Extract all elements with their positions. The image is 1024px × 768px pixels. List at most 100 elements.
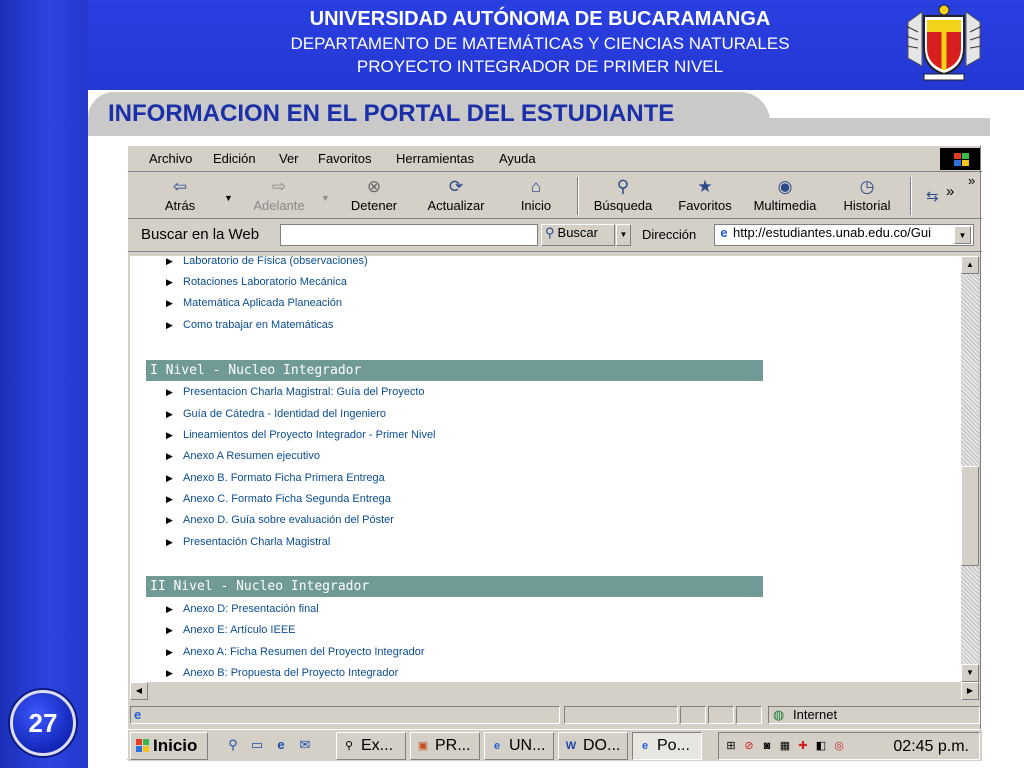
section-heading-nivel-1: I Nivel - Nucleo Integrador — [146, 360, 763, 381]
link-text[interactable]: Presentación Charla Magistral — [183, 536, 330, 548]
toolbar-separator — [910, 177, 912, 215]
standard-toolbar: ⇦ Atrás ▼ ⇨ Adelante ▼ ⊗ Detener ⟳ Actua… — [128, 173, 982, 219]
list-item[interactable]: ▶ Anexo B. Formato Ficha Primera Entrega — [166, 472, 385, 484]
tray-lifebuoy-icon[interactable]: ◎ — [831, 738, 847, 754]
section-heading-nivel-2: II Nivel - Nucleo Integrador — [146, 576, 763, 597]
quicklaunch-search-icon[interactable]: ⚲ — [224, 736, 242, 754]
link-text[interactable]: Anexo B. Formato Ficha Primera Entrega — [183, 472, 385, 484]
list-item[interactable]: ▶ Anexo A Resumen ejecutivo — [166, 450, 320, 462]
link-text[interactable]: Como trabajar en Matemáticas — [183, 319, 333, 331]
menu-archivo[interactable]: Archivo — [149, 151, 192, 166]
media-icon: ◉ — [777, 177, 793, 196]
stop-button[interactable]: ⊗ Detener — [343, 176, 405, 218]
list-item[interactable]: ▶ Anexo C. Formato Ficha Segunda Entrega — [166, 493, 391, 505]
list-item[interactable]: ▶ Presentacion Charla Magistral: Guía del… — [166, 386, 425, 398]
link-text[interactable]: Lineamientos del Proyecto Integrador - P… — [183, 429, 436, 441]
taskbar-button-browser[interactable]: e UN... — [484, 732, 554, 760]
status-page-icon: e — [134, 707, 142, 722]
tray-antivirus-icon[interactable]: ✚ — [795, 738, 811, 754]
taskbar-button-portal[interactable]: e Po... — [632, 732, 702, 760]
address-input[interactable]: e http://estudiantes.unab.edu.co/Gui ▼ — [714, 224, 974, 246]
link-text[interactable]: Anexo D: Presentación final — [183, 603, 319, 615]
list-item[interactable]: ▶ Presentación Charla Magistral — [166, 536, 330, 548]
tray-monitor-icon[interactable]: ◧ — [813, 738, 829, 754]
refresh-button[interactable]: ⟳ Actualizar — [421, 176, 491, 218]
history-button[interactable]: ◷ Historial — [838, 176, 896, 218]
quicklaunch-ie-icon[interactable]: e — [272, 736, 290, 754]
bullet-arrow-icon: ▶ — [166, 277, 173, 287]
taskbar-clock[interactable]: 02:45 p.m. — [893, 738, 969, 756]
tray-camera-icon[interactable]: ◙ — [759, 738, 775, 754]
link-text[interactable]: Anexo B: Propuesta del Proyecto Integrad… — [183, 667, 398, 679]
search-web-button[interactable]: ⚲ Buscar — [541, 224, 615, 246]
scroll-down-icon[interactable]: ▼ — [961, 664, 979, 682]
list-item[interactable]: ▶ Laboratorio de Física (observaciones) — [166, 256, 368, 267]
list-item[interactable]: ▶ Anexo B: Propuesta del Proyecto Integra… — [166, 667, 398, 679]
link-text[interactable]: Anexo D. Guía sobre evaluación del Póste… — [183, 514, 394, 526]
address-dropdown-arrow-icon[interactable]: ▼ — [954, 226, 971, 244]
windows-logo-icon — [940, 148, 980, 170]
link-text[interactable]: Matemática Aplicada Planeación — [183, 297, 342, 309]
stop-icon: ⊗ — [366, 177, 382, 196]
list-item[interactable]: ▶ Rotaciones Laboratorio Mecánica — [166, 276, 347, 288]
menu-herramientas[interactable]: Herramientas — [396, 151, 474, 166]
scroll-right-icon[interactable]: ▶ — [961, 682, 979, 700]
toolbar-chevron[interactable]: » — [946, 183, 954, 200]
link-text[interactable]: Presentacion Charla Magistral: Guía del … — [183, 386, 425, 398]
start-button[interactable]: Inicio — [130, 732, 208, 760]
list-item[interactable]: ▶ Como trabajar en Matemáticas — [166, 319, 333, 331]
list-item[interactable]: ▶ Guía de Cátedra - Identidad del Ingenie… — [166, 408, 386, 420]
link-text[interactable]: Laboratorio de Física (observaciones) — [183, 256, 368, 267]
scroll-up-icon[interactable]: ▲ — [961, 256, 979, 274]
address-label: Dirección — [642, 227, 697, 242]
tray-calendar-icon[interactable]: ▦ — [777, 738, 793, 754]
taskbar-button-powerpoint[interactable]: ▣ PR... — [410, 732, 480, 760]
slide-left-band — [0, 0, 88, 768]
menu-favoritos[interactable]: Favoritos — [318, 151, 371, 166]
toolbar-overflow-chevron[interactable]: » — [968, 173, 975, 188]
scrollbar-thumb[interactable] — [961, 466, 979, 566]
taskbar-button-word[interactable]: W DO... — [558, 732, 628, 760]
link-text[interactable]: Anexo A: Ficha Resumen del Proyecto Inte… — [183, 646, 425, 658]
search-web-input[interactable] — [280, 224, 538, 246]
horizontal-scrollbar[interactable]: ◀ ▶ — [130, 682, 979, 700]
link-text[interactable]: Anexo E: Artículo IEEE — [183, 624, 296, 636]
taskbar-button-explorer[interactable]: ⚲ Ex... — [336, 732, 406, 760]
menu-edicion[interactable]: Edición — [213, 151, 256, 166]
tray-block-icon[interactable]: ⊘ — [741, 738, 757, 754]
search-button-label: Buscar — [557, 225, 598, 240]
security-zone-cell: ◍ Internet — [768, 706, 980, 724]
link-text[interactable]: Anexo A Resumen ejecutivo — [183, 450, 320, 462]
quicklaunch-outlook-icon[interactable]: ✉ — [296, 736, 314, 754]
menu-ver[interactable]: Ver — [279, 151, 299, 166]
back-dropdown-icon[interactable]: ▼ — [224, 193, 233, 203]
link-text[interactable]: Guía de Cátedra - Identidad del Ingenier… — [183, 408, 386, 420]
list-item[interactable]: ▶ Anexo D. Guía sobre evaluación del Póst… — [166, 514, 394, 526]
forward-dropdown-icon[interactable]: ▼ — [321, 193, 330, 203]
forward-button[interactable]: ⇨ Adelante — [244, 176, 314, 218]
list-item[interactable]: ▶ Anexo A: Ficha Resumen del Proyecto Int… — [166, 646, 425, 658]
home-button[interactable]: ⌂ Inicio — [514, 176, 558, 218]
link-text[interactable]: Rotaciones Laboratorio Mecánica — [183, 276, 347, 288]
media-button[interactable]: ◉ Multimedia — [749, 176, 821, 218]
history-label: Historial — [843, 198, 891, 213]
search-dropdown-arrow-icon[interactable]: ▼ — [616, 224, 631, 246]
list-item[interactable]: ▶ Matemática Aplicada Planeación — [166, 297, 342, 309]
search-toolbar-button[interactable]: ⚲ Búsqueda — [588, 176, 658, 218]
menu-ayuda[interactable]: Ayuda — [499, 151, 536, 166]
list-item[interactable]: ▶ Anexo D: Presentación final — [166, 603, 319, 615]
home-label: Inicio — [520, 198, 552, 213]
word-icon: W — [565, 740, 577, 752]
back-button[interactable]: ⇦ Atrás — [158, 176, 202, 218]
list-item[interactable]: ▶ Lineamientos del Proyecto Integrador - … — [166, 429, 436, 441]
address-url: http://estudiantes.unab.edu.co/Gui — [733, 225, 932, 240]
link-text[interactable]: Anexo C. Formato Ficha Segunda Entrega — [183, 493, 391, 505]
favorites-button[interactable]: ★ Favoritos — [673, 176, 737, 218]
vertical-scrollbar[interactable]: ▲ ▼ — [961, 256, 979, 682]
quicklaunch-desktop-icon[interactable]: ▭ — [248, 736, 266, 754]
list-item[interactable]: ▶ Anexo E: Artículo IEEE — [166, 624, 296, 636]
scroll-left-icon[interactable]: ◀ — [130, 682, 148, 700]
links-icon[interactable]: ⇆ — [926, 187, 939, 205]
tray-network-icon[interactable]: ⊞ — [723, 738, 739, 754]
security-zone-label: Internet — [793, 707, 838, 722]
